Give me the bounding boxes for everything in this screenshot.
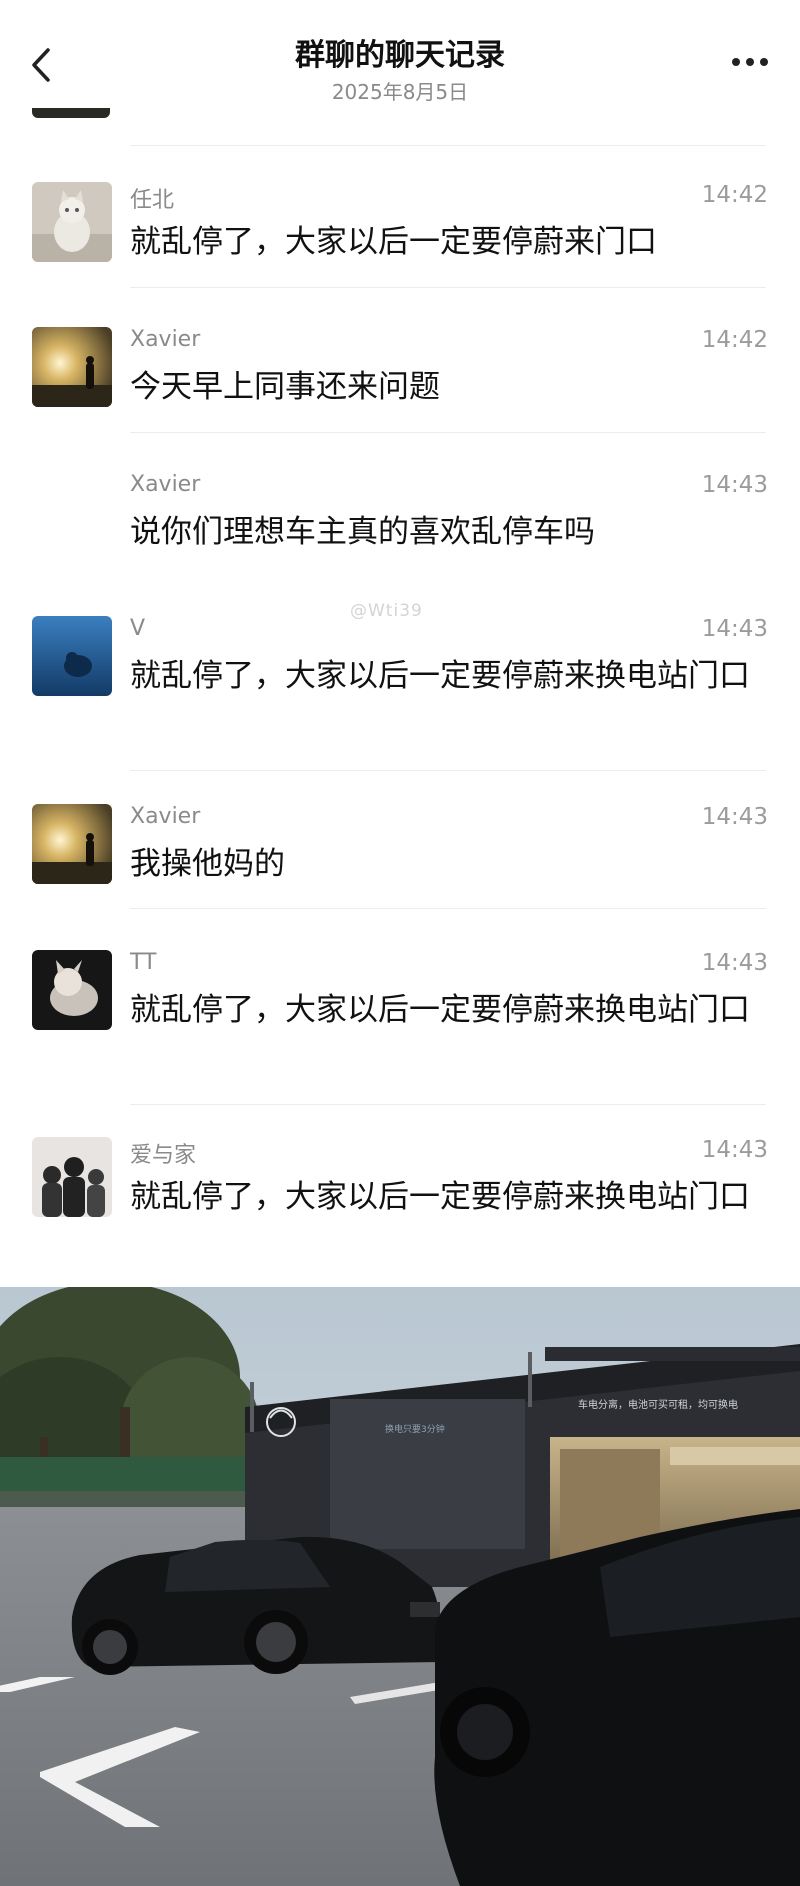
message-text: 今天早上同事还来问题	[130, 369, 440, 405]
avatar[interactable]	[32, 1137, 112, 1217]
page-date: 2025年8月5日	[331, 80, 469, 104]
page-title: 群聊的聊天记录	[295, 38, 505, 73]
divider	[130, 432, 766, 433]
message-text: 就乱停了，大家以后一定要停蔚来换电站门口	[130, 1179, 750, 1215]
sender-name: 爱与家	[130, 1143, 197, 1168]
message-time: 14:42	[701, 327, 768, 353]
divider	[130, 145, 766, 146]
station-sign: 车电分离，电池可买可租，均可换电	[578, 1398, 738, 1411]
message-text: 就乱停了，大家以后一定要停蔚来换电站门口	[130, 992, 750, 1028]
sender-name: Xavier	[130, 327, 201, 352]
nav-header: 群聊的聊天记录 2025年8月5日	[0, 0, 800, 120]
watermark: @Wti39	[350, 601, 423, 621]
divider	[130, 770, 766, 771]
message-time: 14:43	[701, 472, 768, 498]
avatar[interactable]	[32, 327, 112, 407]
message-text: 就乱停了，大家以后一定要停蔚来门口	[130, 224, 657, 260]
avatar[interactable]	[32, 950, 112, 1030]
message-time: 14:43	[701, 1137, 768, 1163]
message-text: 说你们理想车主真的喜欢乱停车吗	[130, 514, 595, 550]
avatar[interactable]	[32, 182, 112, 262]
message-text: 我操他妈的	[130, 846, 285, 882]
message-text: 就乱停了，大家以后一定要停蔚来换电站门口	[130, 658, 750, 694]
attached-photo[interactable]: 车电分离，电池可买可租，均可换电 换电只要3分钟	[0, 1287, 800, 1886]
divider	[130, 287, 766, 288]
sender-name: 任北	[130, 188, 175, 213]
divider	[130, 908, 766, 909]
sender-name: V	[130, 616, 146, 641]
divider	[130, 1104, 766, 1105]
sender-name: Xavier	[130, 804, 201, 829]
avatar[interactable]	[32, 804, 112, 884]
message-time: 14:43	[701, 616, 768, 642]
more-dots-icon	[732, 58, 768, 66]
message-time: 14:43	[701, 950, 768, 976]
message-time: 14:42	[701, 182, 768, 208]
message-time: 14:43	[701, 804, 768, 830]
sender-name: Xavier	[130, 472, 201, 497]
sender-name: TT	[130, 950, 157, 975]
station-screen-text: 换电只要3分钟	[385, 1423, 445, 1435]
previous-avatar-sliver	[32, 108, 110, 118]
more-button[interactable]	[728, 50, 772, 74]
avatar[interactable]	[32, 616, 112, 696]
